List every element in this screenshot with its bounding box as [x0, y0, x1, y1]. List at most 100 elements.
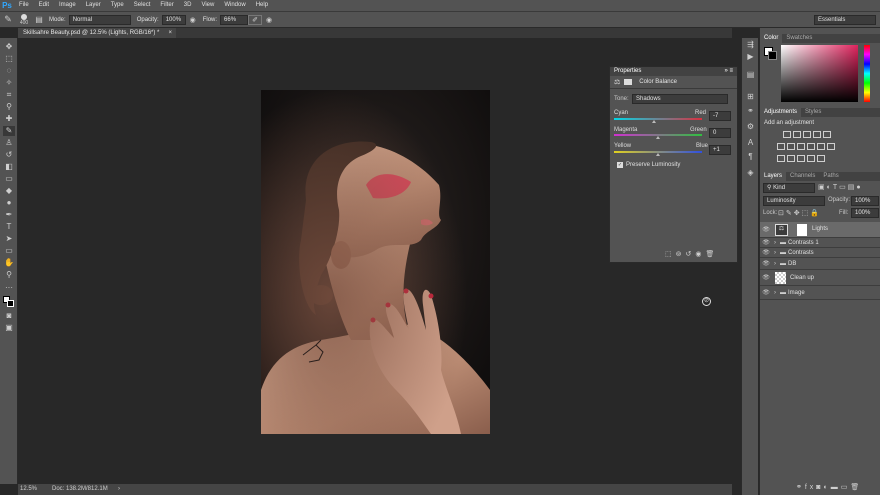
panel-menu-icon[interactable]: » ≡ — [724, 67, 733, 76]
curves-icon[interactable] — [803, 131, 811, 138]
fill-field[interactable]: 100% — [851, 208, 879, 218]
color-balance-icon[interactable] — [787, 143, 795, 150]
quick-select-tool-icon[interactable]: ✧ — [3, 78, 15, 88]
black-white-icon[interactable] — [797, 143, 805, 150]
move-tool-icon[interactable]: ✥ — [3, 42, 15, 52]
brush-tool-active-icon[interactable]: ✎ — [3, 126, 15, 136]
photo-filter-icon[interactable] — [807, 143, 815, 150]
cyan-red-thumb[interactable] — [652, 120, 657, 123]
posterize-icon[interactable] — [787, 155, 795, 162]
pressure-size-icon[interactable]: ◉ — [262, 16, 276, 24]
opacity-field[interactable]: 100% — [161, 14, 186, 25]
visibility-eye-icon[interactable]: 👁 — [760, 274, 772, 281]
gradient-map-icon[interactable] — [807, 155, 815, 162]
color-picker-field[interactable] — [781, 45, 858, 102]
chevron-right-icon[interactable]: › — [774, 290, 776, 296]
marquee-tool-icon[interactable]: ⬚ — [3, 54, 15, 64]
exposure-icon[interactable] — [813, 131, 821, 138]
layer-row-image[interactable]: 👁 › ▬ Image — [760, 286, 880, 300]
vibrance-icon[interactable] — [823, 131, 831, 138]
visibility-eye-icon[interactable]: 👁 — [760, 289, 772, 296]
blend-mode-select[interactable]: Luminosity — [763, 196, 825, 206]
menu-3d[interactable]: 3D — [179, 0, 197, 11]
chevron-right-icon[interactable]: › — [774, 261, 776, 267]
hue-saturation-icon[interactable] — [777, 143, 785, 150]
layer-row-lights[interactable]: 👁 ⚖ Lights — [760, 222, 880, 238]
brightness-icon[interactable] — [783, 131, 791, 138]
clone-stamp-tool-icon[interactable]: ♙ — [3, 138, 15, 148]
zoom-tool-icon[interactable]: ⚲ — [3, 270, 15, 280]
visibility-eye-icon[interactable]: 👁 — [760, 226, 772, 233]
selective-color-icon[interactable] — [817, 155, 825, 162]
menu-type[interactable]: Type — [106, 0, 129, 11]
background-color-swatch[interactable] — [7, 300, 14, 307]
menu-filter[interactable]: Filter — [155, 0, 178, 11]
gradient-tool-icon[interactable]: ▭ — [3, 174, 15, 184]
mode-select[interactable]: Normal — [68, 14, 131, 25]
menu-layer[interactable]: Layer — [81, 0, 106, 11]
rectangle-tool-icon[interactable]: ▭ — [3, 246, 15, 256]
menu-window[interactable]: Window — [219, 0, 250, 11]
paragraph-panel-icon[interactable]: ¶ — [745, 152, 756, 162]
properties-panel-icon[interactable]: ▤ — [745, 70, 756, 80]
layer-row-contrasts[interactable]: 👁 › ▬ Contrasts — [760, 248, 880, 258]
color-lookup-icon[interactable] — [827, 143, 835, 150]
character-panel-icon[interactable]: A — [745, 138, 756, 148]
properties-title-bar[interactable]: Properties » ≡ — [610, 67, 737, 76]
menu-edit[interactable]: Edit — [34, 0, 54, 11]
3d-panel-icon[interactable]: ◈ — [745, 168, 756, 178]
airbrush-icon[interactable]: ✐ — [248, 14, 263, 25]
visibility-eye-icon[interactable]: 👁 — [760, 239, 772, 246]
brush-panel-icon[interactable]: ▤ — [32, 15, 46, 24]
dodge-tool-icon[interactable]: ● — [3, 198, 15, 208]
yellow-blue-thumb[interactable] — [656, 153, 661, 156]
type-tool-icon[interactable]: T — [3, 222, 15, 232]
layers-footer-icons[interactable]: ⚭fx◙◐▬▭🗑 — [796, 483, 880, 493]
layer-filter-icons[interactable]: ▣◐T▭▤● — [818, 183, 863, 191]
pen-tool-icon[interactable]: ✒ — [3, 210, 15, 220]
threshold-icon[interactable] — [797, 155, 805, 162]
yellow-blue-value[interactable]: +1 — [709, 145, 731, 155]
lasso-tool-icon[interactable]: ◌ — [3, 66, 15, 76]
brush-tool-icon[interactable]: ✎ — [0, 14, 16, 25]
layer-opacity-field[interactable]: 100% — [851, 196, 879, 206]
chevron-right-icon[interactable]: › — [774, 240, 776, 246]
layer-row-contrasts-1[interactable]: 👁 › ▬ Contrasts 1 — [760, 238, 880, 248]
cyan-red-value[interactable]: -7 — [709, 111, 731, 121]
invert-icon[interactable] — [777, 155, 785, 162]
blur-tool-icon[interactable]: ◆ — [3, 186, 15, 196]
preserve-luminosity-checkbox[interactable]: ✓ — [617, 162, 623, 168]
brush-presets-icon[interactable]: ⚭ — [745, 106, 756, 116]
screen-mode-icon[interactable]: ▣ — [3, 323, 15, 333]
tab-color[interactable]: Color — [760, 34, 783, 43]
tab-adjustments[interactable]: Adjustments — [760, 108, 802, 117]
eraser-tool-icon[interactable]: ◧ — [3, 162, 15, 172]
zoom-level[interactable]: 12.5% — [20, 484, 37, 495]
hand-tool-icon[interactable]: ✋ — [3, 258, 15, 268]
quick-mask-icon[interactable]: ◙ — [3, 311, 15, 321]
tab-paths[interactable]: Paths — [819, 172, 842, 181]
close-tab-icon[interactable]: × — [168, 28, 172, 38]
pressure-opacity-icon[interactable]: ◉ — [186, 16, 200, 24]
status-menu-icon[interactable]: › — [118, 484, 120, 495]
flow-field[interactable]: 66% — [220, 14, 249, 25]
properties-footer-icons[interactable]: ⬚⊚↺◉🗑 — [665, 250, 718, 258]
history-brush-tool-icon[interactable]: ↺ — [3, 150, 15, 160]
menu-view[interactable]: View — [196, 0, 219, 11]
healing-brush-tool-icon[interactable]: ✚ — [3, 114, 15, 124]
brush-preset-picker[interactable]: 400 — [16, 13, 32, 26]
tab-channels[interactable]: Channels — [786, 172, 819, 181]
tab-styles[interactable]: Styles — [801, 108, 825, 117]
tone-select[interactable]: Shadows — [632, 94, 728, 104]
document-tab[interactable]: Skillsahre Beauty.psd @ 12.5% (Lights, R… — [18, 28, 176, 38]
menu-help[interactable]: Help — [251, 0, 273, 11]
brush-panel-icon[interactable]: ⊞ — [745, 92, 756, 102]
hue-slider[interactable] — [864, 45, 870, 102]
crop-tool-icon[interactable]: ⌗ — [3, 90, 15, 100]
layer-filter-kind[interactable]: ⚲ Kind — [763, 183, 815, 193]
levels-icon[interactable] — [793, 131, 801, 138]
magenta-green-thumb[interactable] — [656, 136, 660, 139]
cyan-red-slider[interactable] — [614, 118, 702, 120]
actions-panel-icon[interactable]: ▶ — [745, 52, 756, 62]
path-select-tool-icon[interactable]: ➤ — [3, 234, 15, 244]
